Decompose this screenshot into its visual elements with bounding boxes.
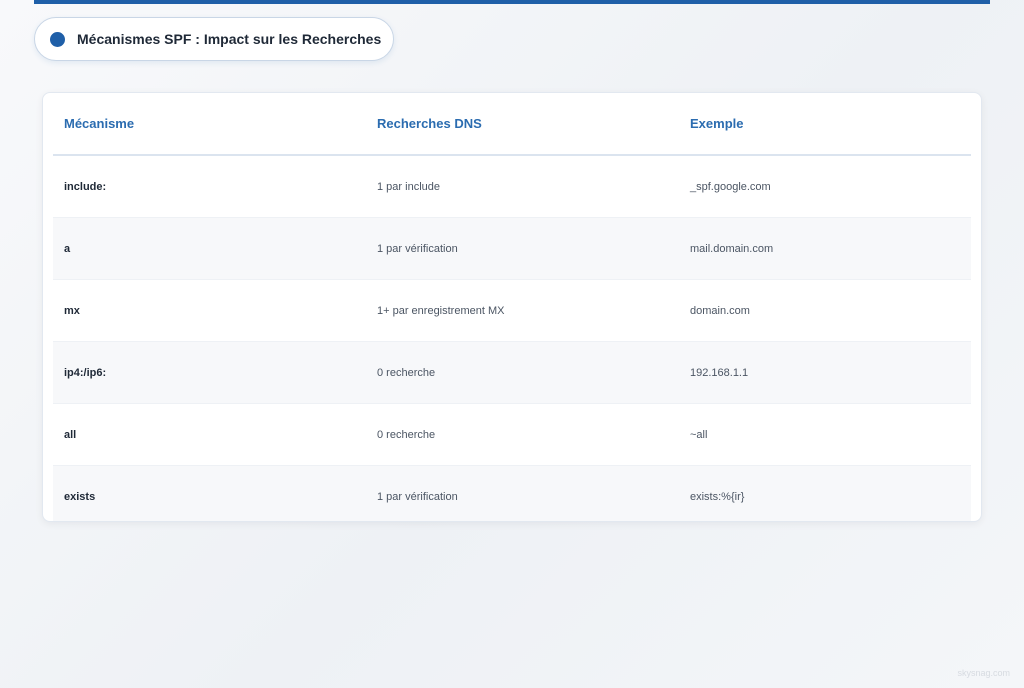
cell-mechanism: ip4:/ip6:: [64, 366, 107, 379]
cell-dns-lookups: 1 par vérification: [377, 242, 458, 255]
cell-example: 192.168.1.1: [690, 366, 749, 379]
cell-example: domain.com: [690, 304, 750, 317]
table-header-row: Mécanisme Recherches DNS Exemple: [53, 93, 971, 156]
cell-dns-lookups: 1+ par enregistrement MX: [377, 304, 505, 317]
cell-mechanism: a: [64, 242, 71, 255]
page-title-pill: Mécanismes SPF : Impact sur les Recherch…: [34, 17, 394, 61]
table-row: a 1 par vérification mail.domain.com: [53, 218, 971, 280]
table-row: include: 1 par include _spf.google.com: [53, 156, 971, 218]
cell-dns-lookups: 0 recherche: [377, 428, 436, 441]
column-header-example: Exemple: [690, 116, 744, 131]
spf-mechanisms-table: Mécanisme Recherches DNS Exemple include…: [42, 92, 982, 522]
cell-example: ~all: [690, 428, 708, 441]
table-row: all 0 recherche ~all: [53, 404, 971, 466]
cell-dns-lookups: 1 par vérification: [377, 490, 458, 503]
cell-mechanism: exists: [64, 490, 96, 503]
cell-mechanism: include:: [64, 180, 107, 193]
column-header-dns-lookups: Recherches DNS: [377, 116, 482, 131]
cell-dns-lookups: 1 par include: [377, 180, 440, 193]
column-header-mechanism: Mécanisme: [64, 116, 135, 131]
table-row: ip4:/ip6: 0 recherche 192.168.1.1: [53, 342, 971, 404]
table-row: mx 1+ par enregistrement MX domain.com: [53, 280, 971, 342]
cell-dns-lookups: 0 recherche: [377, 366, 436, 379]
cell-example: exists:%{ir}: [690, 490, 745, 503]
top-accent-bar: [34, 0, 990, 4]
cell-mechanism: all: [64, 428, 77, 441]
cell-example: mail.domain.com: [690, 242, 774, 255]
table-row: exists 1 par vérification exists:%{ir}: [53, 466, 971, 521]
cell-example: _spf.google.com: [690, 180, 771, 193]
bullet-dot-icon: [50, 31, 65, 47]
cell-mechanism: mx: [64, 304, 80, 317]
page-title: Mécanismes SPF : Impact sur les Recherch…: [77, 31, 382, 47]
watermark: skysnag.com: [957, 668, 1010, 678]
